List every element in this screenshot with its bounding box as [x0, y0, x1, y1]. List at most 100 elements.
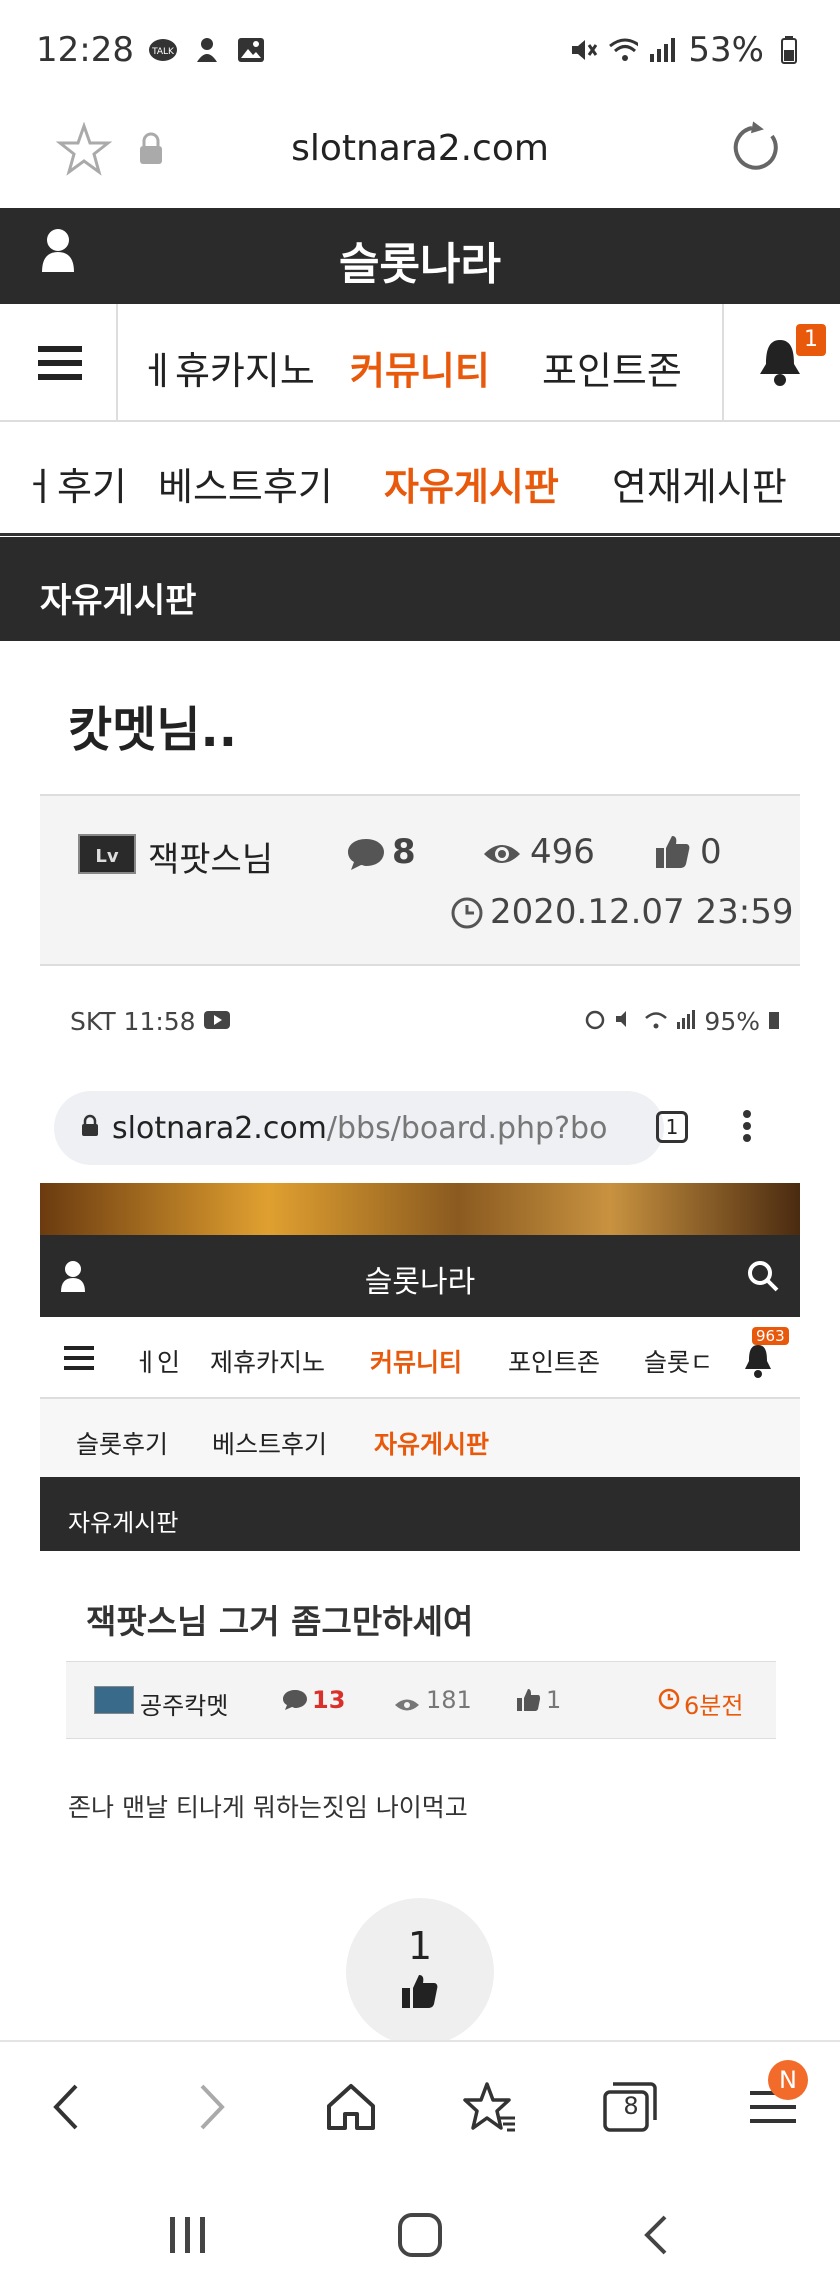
nav-item-community[interactable]: 커뮤니티 [350, 340, 490, 395]
embedded-screenshot-image: SKT 11:58 95% slotnara2.com/bbs/board.ph… [40, 985, 800, 2035]
site-title[interactable]: 슬롯나라 [0, 228, 840, 292]
youtube-icon [203, 1007, 230, 1036]
embedded-author: 공주칵멧 [140, 1692, 229, 1720]
post-meta: Lv 잭팟스님 8 496 0 2020.12.07 23:59 [40, 794, 800, 966]
alarm-icon [584, 1007, 606, 1036]
board-title-bar: 자유게시판 [0, 537, 840, 641]
board-title: 자유게시판 [40, 581, 197, 621]
battery-percent: 53% [688, 30, 764, 70]
battery-icon [768, 1007, 780, 1036]
nav-item-partner-casino[interactable]: ㅔ휴카지노 [140, 340, 315, 395]
embedded-status-left: SKT 11:58 [70, 1007, 196, 1036]
embedded-banner [40, 1183, 800, 1235]
browser-toolbar: 8 N [0, 2040, 840, 2170]
embedded-sub-item: 슬롯후기 [76, 1430, 169, 1459]
thumbs-up-icon [654, 834, 690, 874]
embedded-time-ago: 6분전 [684, 1692, 744, 1720]
embedded-url-path: /bbs/board.php?bo [326, 1110, 608, 1146]
like-button-count: 1 [407, 1924, 433, 1968]
embedded-notification-badge: 963 [752, 1327, 789, 1345]
embedded-site-header: 슬롯나라 [40, 1235, 800, 1317]
sub-nav: ㅓ후기 베스트후기 자유게시판 연재게시판 [0, 422, 840, 536]
embedded-nav-item: 제휴카지노 [210, 1348, 326, 1377]
embedded-nav-item: 포인트존 [508, 1348, 601, 1377]
nav-item-point-zone[interactable]: 포인트존 [542, 340, 682, 395]
hamburger-menu-icon [64, 1345, 94, 1377]
embedded-nav-item-active: 커뮤니티 [370, 1348, 463, 1377]
kakaotalk-icon: TALK [148, 35, 178, 65]
tabs-count: 8 [623, 2092, 639, 2120]
back-icon[interactable] [30, 2072, 100, 2142]
hamburger-menu-icon[interactable] [38, 344, 82, 386]
thumbs-up-icon [400, 1972, 440, 2014]
clock-icon [450, 896, 484, 934]
wifi-icon [608, 35, 639, 65]
embedded-view-count: 181 [426, 1686, 472, 1714]
url-text[interactable]: slotnara2.com [0, 128, 840, 169]
signal-icon [676, 1007, 696, 1036]
recent-apps-icon[interactable] [148, 2200, 228, 2270]
system-navigation-bar [0, 2170, 840, 2289]
post-date: 2020.12.07 23:59 [490, 892, 794, 932]
view-count: 496 [530, 832, 595, 872]
bell-icon [742, 1341, 774, 1387]
author-name[interactable]: 잭팟스님 [148, 832, 273, 881]
comment-icon [346, 836, 386, 876]
comment-count: 8 [392, 832, 416, 872]
embedded-nav-item: ㅔ인 [134, 1348, 181, 1377]
system-back-icon[interactable] [616, 2200, 696, 2270]
clock-icon [658, 1688, 680, 1716]
browser-url-bar: slotnara2.com [0, 100, 840, 208]
embedded-post-meta: 공주칵멧 13 181 1 6분전 [66, 1661, 776, 1739]
embedded-status-bar: SKT 11:58 95% [70, 1007, 780, 1036]
svg-text:Lv: Lv [95, 846, 118, 867]
embedded-comment-count: 13 [312, 1686, 346, 1714]
main-nav: ㅔ휴카지노 커뮤니티 포인트존 1 [0, 304, 840, 422]
notification-app-icon [192, 35, 222, 65]
menu-badge: N [768, 2060, 808, 2100]
nav-divider [116, 304, 118, 422]
bookmarks-icon[interactable] [454, 2072, 524, 2142]
sub-nav-item-reviews[interactable]: ㅓ후기 [22, 456, 127, 511]
embedded-site-title: 슬롯나라 [364, 1265, 476, 1300]
like-count: 0 [700, 832, 722, 872]
notification-badge: 1 [796, 324, 826, 356]
embedded-board-title: 자유게시판 [40, 1477, 800, 1551]
home-icon[interactable] [316, 2072, 386, 2142]
embedded-like-count: 1 [546, 1686, 562, 1714]
embedded-main-nav: ㅔ인 제휴카지노 커뮤니티 포인트존 슬롯ㄷ 963 [40, 1317, 800, 1399]
embedded-url-host: slotnara2.com [112, 1110, 327, 1146]
author-level-icon: Lv [78, 834, 136, 874]
comment-icon [282, 1688, 308, 1718]
eye-icon [394, 1692, 420, 1720]
embedded-tab-count: 1 [656, 1111, 688, 1143]
more-menu-icon [742, 1109, 752, 1147]
thumbs-up-icon [516, 1688, 540, 1718]
reload-icon[interactable] [728, 120, 784, 180]
embedded-sub-item-active: 자유게시판 [374, 1430, 490, 1459]
home-button-icon[interactable] [380, 2200, 460, 2270]
post-title: 캇멧님.. [68, 702, 237, 758]
embedded-sub-nav: 슬롯후기 베스트후기 자유게시판 [40, 1399, 800, 1477]
like-button[interactable]: 1 [346, 1898, 494, 2046]
lock-icon [80, 1111, 100, 1146]
sub-nav-item-free-board[interactable]: 자유게시판 [384, 456, 559, 511]
mute-icon [614, 1007, 636, 1036]
wifi-icon [644, 1007, 668, 1036]
embedded-battery: 95% [704, 1007, 760, 1036]
sub-nav-item-best-reviews[interactable]: 베스트후기 [158, 456, 333, 511]
embedded-sub-item: 베스트후기 [212, 1430, 328, 1459]
status-time: 12:28 [36, 30, 134, 70]
sub-nav-item-serial-board[interactable]: 연재게시판 [612, 456, 787, 511]
mute-icon [568, 35, 598, 65]
forward-icon[interactable] [178, 2072, 248, 2142]
gallery-icon [236, 35, 266, 65]
embedded-post-body: 존나 맨날 티나게 뭐하는짓임 나이먹고 [68, 1793, 468, 1822]
embedded-post-title: 잭팟스님 그거 좀그만하세여 [86, 1602, 474, 1641]
eye-icon [482, 840, 522, 872]
nav-divider [722, 304, 724, 422]
status-bar: 12:28 TALK 53% [0, 0, 840, 100]
embedded-url-bar: slotnara2.com/bbs/board.php?bo [54, 1091, 664, 1165]
battery-icon [774, 35, 804, 65]
site-header: 슬롯나라 [0, 208, 840, 304]
